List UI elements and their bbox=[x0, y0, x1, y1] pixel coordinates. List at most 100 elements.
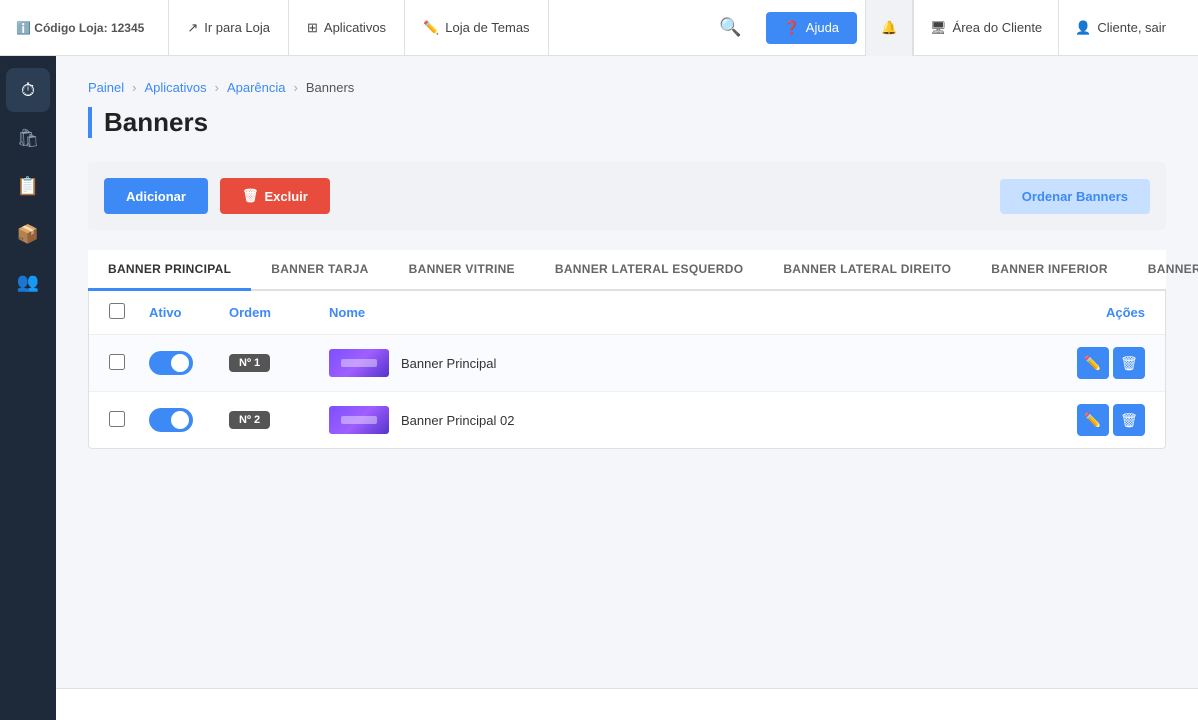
row2-ativo bbox=[149, 408, 229, 432]
row1-toggle-slider bbox=[149, 351, 193, 375]
sidebar-item-dashboard[interactable]: ⏱ bbox=[6, 68, 50, 112]
breadcrumb-aparencia[interactable]: Aparência bbox=[227, 80, 286, 95]
sidebar: ⏱ 🛍 📋 📦 👥 bbox=[0, 56, 56, 720]
breadcrumb-painel[interactable]: Painel bbox=[88, 80, 124, 95]
search-button[interactable]: 🔍 bbox=[703, 0, 757, 56]
tab-banner-principal[interactable]: BANNER PRINCIPAL bbox=[88, 250, 251, 291]
nav-aplicativos[interactable]: ⊞ Aplicativos bbox=[289, 0, 405, 56]
store-code: ℹ️ Código Loja: 12345 bbox=[16, 21, 144, 35]
orders-icon: 📋 bbox=[17, 176, 39, 197]
row2-acoes: ✏️ 🗑 bbox=[1065, 404, 1145, 436]
row2-check bbox=[109, 411, 149, 430]
header-check bbox=[109, 303, 149, 322]
row1-banner-thumb-bar bbox=[341, 359, 377, 367]
toolbar-left: Adicionar 🗑 Excluir bbox=[104, 178, 330, 214]
nav-ir-loja-label: Ir para Loja bbox=[204, 20, 270, 35]
users-icon: 👥 bbox=[17, 272, 39, 293]
row2-ordem: Nº 2 bbox=[229, 411, 329, 429]
row2-toggle[interactable] bbox=[149, 408, 193, 432]
sidebar-item-orders[interactable]: 📋 bbox=[6, 164, 50, 208]
row2-delete-button[interactable]: 🗑 bbox=[1113, 404, 1145, 436]
topbar: ℹ️ Código Loja: 12345 ↗ Ir para Loja ⊞ A… bbox=[0, 0, 1198, 56]
help-button[interactable]: ❓ Ajuda bbox=[766, 12, 857, 44]
sidebar-item-shop[interactable]: 🛍 bbox=[6, 116, 50, 160]
tab-banner-lateral-esquerdo[interactable]: BANNER LATERAL ESQUERDO bbox=[535, 250, 763, 291]
bell-icon: 🔔 bbox=[881, 20, 897, 36]
header-ativo: Ativo bbox=[149, 305, 229, 320]
tab-banner-inferior[interactable]: BANNER INFERIOR bbox=[971, 250, 1128, 291]
box-icon: 📦 bbox=[17, 224, 39, 245]
tab-banner-vitrine[interactable]: BANNER VITRINE bbox=[389, 250, 535, 291]
row1-acoes: ✏️ 🗑 bbox=[1065, 347, 1145, 379]
table-header: Ativo Ordem Nome Ações bbox=[89, 291, 1165, 335]
banners-table: Ativo Ordem Nome Ações Nº 1 bbox=[88, 291, 1166, 449]
trash-icon: 🗑 bbox=[1120, 355, 1138, 372]
row1-check bbox=[109, 354, 149, 373]
breadcrumb-aplicativos[interactable]: Aplicativos bbox=[144, 80, 206, 95]
store-code-value: 12345 bbox=[111, 21, 144, 35]
row2-edit-button[interactable]: ✏️ bbox=[1077, 404, 1109, 436]
order-button[interactable]: Ordenar Banners bbox=[1000, 179, 1150, 214]
row1-banner-name: Banner Principal bbox=[401, 356, 496, 371]
breadcrumb-sep-1: › bbox=[132, 80, 136, 95]
external-link-icon: ↗ bbox=[187, 20, 198, 36]
table-row: Nº 1 Banner Principal ✏️ 🗑 bbox=[89, 335, 1165, 392]
help-button-label: Ajuda bbox=[806, 20, 839, 35]
row1-ativo bbox=[149, 351, 229, 375]
row1-nome: Banner Principal bbox=[329, 349, 1065, 377]
main-content: Painel › Aplicativos › Aparência › Banne… bbox=[56, 56, 1198, 720]
user-label: Cliente, sair bbox=[1097, 20, 1166, 35]
user-menu[interactable]: 👤 Cliente, sair bbox=[1059, 0, 1182, 56]
tab-banner-tarja[interactable]: BANNER TARJA bbox=[251, 250, 388, 291]
page-title: Banners bbox=[88, 107, 1166, 138]
add-button[interactable]: Adicionar bbox=[104, 178, 208, 214]
nav-loja-temas[interactable]: ✏️ Loja de Temas bbox=[405, 0, 549, 56]
row1-banner-thumbnail bbox=[329, 349, 389, 377]
delete-button-label: Excluir bbox=[264, 189, 307, 204]
user-icon: 👤 bbox=[1075, 20, 1091, 36]
pencil-icon: ✏️ bbox=[423, 20, 439, 36]
area-cliente-label: Área do Cliente bbox=[953, 20, 1043, 35]
select-all-checkbox[interactable] bbox=[109, 303, 125, 319]
grid-icon: ⊞ bbox=[307, 20, 318, 36]
nav-aplicativos-label: Aplicativos bbox=[324, 20, 386, 35]
bottom-bar bbox=[0, 688, 1198, 720]
row1-edit-button[interactable]: ✏️ bbox=[1077, 347, 1109, 379]
nav-loja-temas-label: Loja de Temas bbox=[445, 20, 529, 35]
breadcrumb: Painel › Aplicativos › Aparência › Banne… bbox=[88, 80, 1166, 95]
row1-toggle[interactable] bbox=[149, 351, 193, 375]
shop-icon: 🛍 bbox=[17, 128, 40, 149]
row2-order-badge: Nº 2 bbox=[229, 411, 270, 429]
area-cliente-button[interactable]: 🖥 Área do Cliente bbox=[913, 0, 1059, 56]
breadcrumb-sep-3: › bbox=[294, 80, 298, 95]
search-icon: 🔍 bbox=[719, 17, 741, 38]
row2-checkbox[interactable] bbox=[109, 411, 125, 427]
trash-icon: 🗑 bbox=[1120, 412, 1138, 429]
row2-banner-thumbnail bbox=[329, 406, 389, 434]
row2-toggle-slider bbox=[149, 408, 193, 432]
header-nome: Nome bbox=[329, 305, 1065, 320]
row1-delete-button[interactable]: 🗑 bbox=[1113, 347, 1145, 379]
tab-banner-lateral-direito[interactable]: BANNER LATERAL DIREITO bbox=[763, 250, 971, 291]
breadcrumb-sep-2: › bbox=[215, 80, 219, 95]
delete-button[interactable]: 🗑 Excluir bbox=[220, 178, 330, 214]
dashboard-icon: ⏱ bbox=[21, 80, 35, 101]
notification-button[interactable]: 🔔 bbox=[865, 0, 913, 56]
toolbar: Adicionar 🗑 Excluir Ordenar Banners bbox=[88, 162, 1166, 230]
monitor-icon: 🖥 bbox=[930, 20, 947, 36]
nav-ir-loja[interactable]: ↗ Ir para Loja bbox=[168, 0, 289, 56]
pencil-icon: ✏️ bbox=[1084, 412, 1101, 429]
pencil-icon: ✏️ bbox=[1084, 355, 1101, 372]
row1-checkbox[interactable] bbox=[109, 354, 125, 370]
sidebar-item-products[interactable]: 📦 bbox=[6, 212, 50, 256]
tabs: BANNER PRINCIPAL BANNER TARJA BANNER VIT… bbox=[88, 250, 1166, 291]
header-acoes: Ações bbox=[1065, 305, 1145, 320]
header-ordem: Ordem bbox=[229, 305, 329, 320]
table-row: Nº 2 Banner Principal 02 ✏️ 🗑 bbox=[89, 392, 1165, 448]
sidebar-item-users[interactable]: 👥 bbox=[6, 260, 50, 304]
row1-order-badge: Nº 1 bbox=[229, 354, 270, 372]
row1-ordem: Nº 1 bbox=[229, 354, 329, 372]
topbar-nav: ↗ Ir para Loja ⊞ Aplicativos ✏️ Loja de … bbox=[168, 0, 703, 56]
help-icon: ❓ bbox=[784, 20, 800, 36]
tab-banner-mobile[interactable]: BANNER MOBILE bbox=[1128, 250, 1198, 291]
